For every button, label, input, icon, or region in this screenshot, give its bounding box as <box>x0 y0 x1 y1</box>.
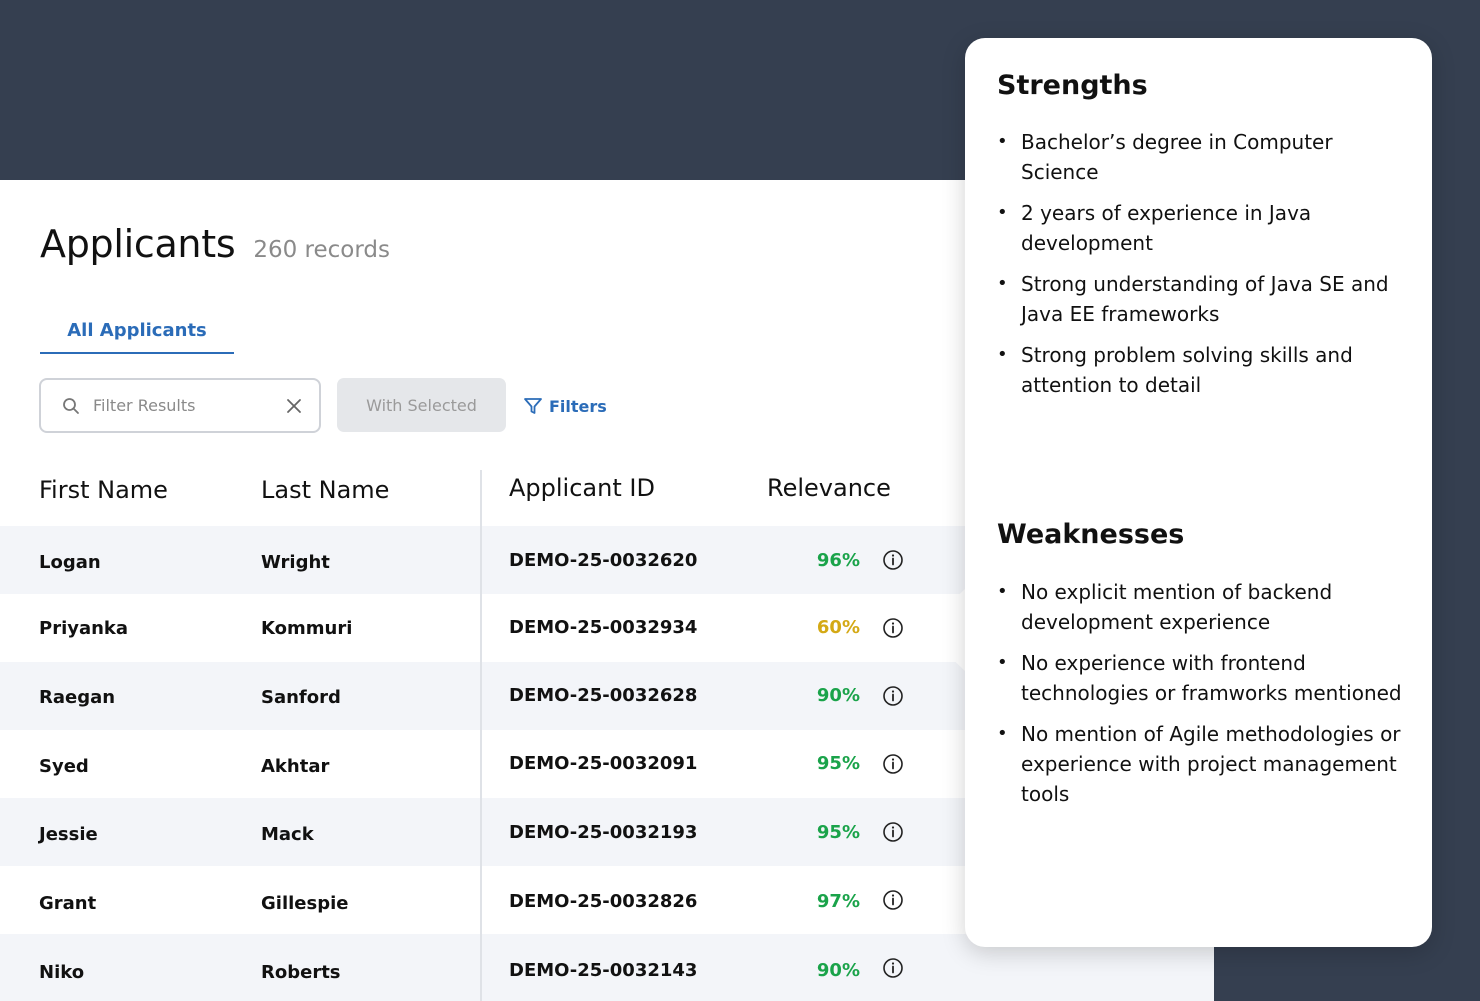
list-item: Bachelor’s degree in Computer Science <box>997 127 1407 187</box>
column-header-last-name[interactable]: Last Name <box>261 476 389 504</box>
cell-applicant-id: DEMO-25-0032143 <box>509 960 698 981</box>
column-header-applicant-id[interactable]: Applicant ID <box>509 474 655 502</box>
cell-relevance: 95% <box>816 753 860 774</box>
column-header-relevance[interactable]: Relevance <box>767 474 891 502</box>
with-selected-button[interactable]: With Selected <box>337 378 506 432</box>
record-count: 260 records <box>253 237 390 263</box>
cell-applicant-id: DEMO-25-0032934 <box>509 617 698 638</box>
cell-last-name: Gillespie <box>261 893 349 914</box>
cell-first-name: Priyanka <box>39 618 129 639</box>
strengths-heading: Strengths <box>997 70 1148 101</box>
column-divider <box>480 470 482 1001</box>
info-icon[interactable] <box>882 889 904 911</box>
cell-first-name: Grant <box>39 893 97 914</box>
weaknesses-heading: Weaknesses <box>997 519 1185 550</box>
search-field[interactable] <box>39 378 321 433</box>
title-row: Applicants 260 records <box>40 222 390 266</box>
list-item: Strong understanding of Java SE and Java… <box>997 269 1407 329</box>
cell-applicant-id: DEMO-25-0032091 <box>509 753 698 774</box>
list-item: No mention of Agile methodologies or exp… <box>997 719 1407 809</box>
cell-applicant-id: DEMO-25-0032628 <box>509 685 698 706</box>
list-item: No experience with frontend technologies… <box>997 648 1407 708</box>
filters-label: Filters <box>549 396 607 416</box>
cell-last-name: Roberts <box>261 962 341 983</box>
info-icon[interactable] <box>882 617 904 639</box>
cell-relevance: 95% <box>816 822 860 843</box>
weaknesses-list: No explicit mention of backend developme… <box>997 577 1407 820</box>
cell-relevance: 96% <box>816 550 860 571</box>
cell-relevance: 90% <box>816 960 860 981</box>
cell-applicant-id: DEMO-25-0032193 <box>509 822 698 843</box>
cell-first-name: Logan <box>39 552 101 573</box>
tab-all-applicants[interactable]: All Applicants <box>40 316 234 354</box>
strengths-list: Bachelor’s degree in Computer Science 2 … <box>997 127 1407 411</box>
cell-last-name: Kommuri <box>261 618 353 639</box>
cell-last-name: Wright <box>261 552 330 573</box>
search-icon <box>61 396 81 416</box>
list-item: No explicit mention of backend developme… <box>997 577 1407 637</box>
popover-arrow <box>922 588 966 672</box>
filter-funnel-icon <box>523 396 543 416</box>
list-item: 2 years of experience in Java developmen… <box>997 198 1407 258</box>
cell-last-name: Sanford <box>261 687 341 708</box>
cell-applicant-id: DEMO-25-0032826 <box>509 891 698 912</box>
cell-first-name: Raegan <box>39 687 116 708</box>
relevance-details-popover: Strengths Bachelor’s degree in Computer … <box>965 38 1432 947</box>
search-input[interactable] <box>93 396 273 415</box>
close-icon[interactable] <box>285 397 303 415</box>
cell-relevance: 90% <box>816 685 860 706</box>
cell-relevance: 60% <box>816 617 860 638</box>
cell-relevance: 97% <box>816 891 860 912</box>
page-title: Applicants <box>40 222 236 266</box>
cell-first-name: Syed <box>39 756 89 777</box>
cell-last-name: Akhtar <box>261 756 330 777</box>
cell-last-name: Mack <box>261 824 314 845</box>
column-header-first-name[interactable]: First Name <box>39 476 168 504</box>
list-item: Strong problem solving skills and attent… <box>997 340 1407 400</box>
info-icon[interactable] <box>882 821 904 843</box>
info-icon[interactable] <box>882 753 904 775</box>
info-icon[interactable] <box>882 549 904 571</box>
info-icon[interactable] <box>882 957 904 979</box>
cell-applicant-id: DEMO-25-0032620 <box>509 550 698 571</box>
info-icon[interactable] <box>882 685 904 707</box>
cell-first-name: Jessie <box>39 824 98 845</box>
filters-button[interactable]: Filters <box>523 394 607 418</box>
cell-first-name: Niko <box>39 962 85 983</box>
